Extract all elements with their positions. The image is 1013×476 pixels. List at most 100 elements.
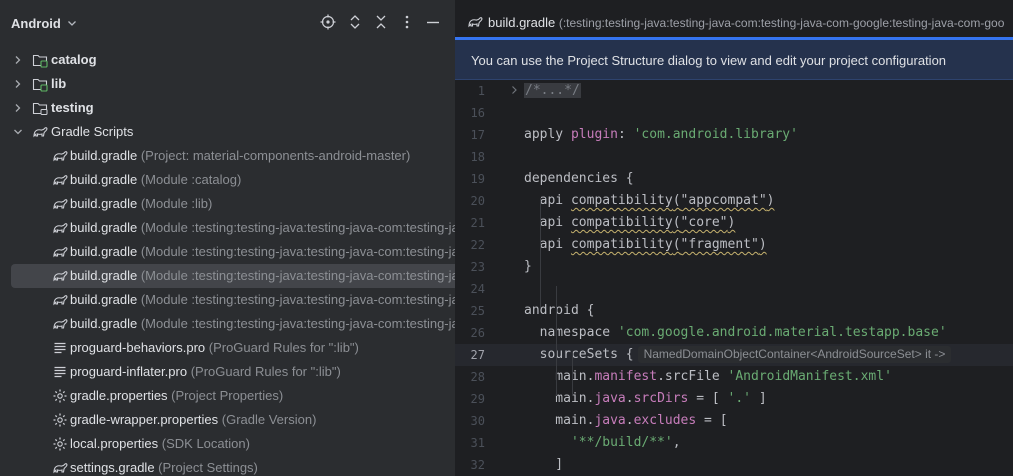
code-line[interactable]: 25 android { (455, 300, 1013, 322)
line-number: 30 (470, 414, 485, 428)
code-line[interactable]: 32 ] (455, 454, 1013, 476)
tree-item-name: catalog (51, 52, 97, 67)
more-options-icon[interactable] (399, 14, 415, 30)
expand-all-icon[interactable] (347, 14, 363, 30)
tree-item[interactable]: build.gradle (Module :catalog) (0, 168, 455, 192)
code-editor[interactable]: 1 /*...*/ 16 17 apply plugin: 'com.android.l… (455, 80, 1013, 476)
code-text: api compatibility("fragment") (524, 236, 767, 253)
hide-panel-icon[interactable] (425, 14, 441, 30)
tree-item[interactable]: catalog (0, 48, 455, 72)
fold-expand-icon[interactable] (509, 85, 519, 95)
code-token: compatibility (570, 215, 673, 230)
code-text: api compatibility("appcompat") (524, 192, 775, 209)
tree-item[interactable]: Gradle Scripts (0, 120, 455, 144)
tree-item-hint: (Module :testing:testing-java:testing-ja… (137, 244, 455, 259)
tree-item-label: build.gradle (Module :catalog) (70, 172, 241, 188)
editor-area: build.gradle (:testing:testing-java:test… (455, 0, 1013, 476)
tree-item-name: Gradle Scripts (51, 124, 134, 139)
project-structure-banner[interactable]: You can use the Project Structure dialog… (455, 40, 1013, 80)
code-token: "appcompat" (680, 193, 767, 208)
code-text: namespace 'com.google.android.material.t… (524, 324, 947, 341)
line-number: 17 (470, 128, 485, 142)
editor-tab[interactable]: build.gradle (:testing:testing-java:test… (455, 0, 1013, 40)
code-token: } (524, 259, 532, 274)
code-token: 'com.google.android.material.testapp.bas… (617, 325, 947, 340)
text-file-icon (54, 366, 66, 378)
locate-icon[interactable] (320, 14, 336, 30)
tree-item[interactable]: testing (0, 96, 455, 120)
tree-item-label: gradle-wrapper.properties (Gradle Versio… (70, 412, 316, 428)
code-line[interactable]: 18 (455, 146, 1013, 168)
code-token: ) (758, 237, 767, 252)
tree-item-name: build.gradle (70, 292, 138, 307)
tree-item[interactable]: build.gradle (Module :lib) (0, 192, 455, 216)
tree-item[interactable]: settings.gradle (Project Settings) (0, 456, 455, 476)
code-line[interactable]: 24 (455, 278, 1013, 300)
tree-item-label: local.properties (SDK Location) (70, 436, 250, 452)
tree-item[interactable]: lib (0, 72, 455, 96)
tree-item-name: build.gradle (70, 268, 138, 283)
tree-item-hint: (Module :testing:testing-java:testing-ja… (137, 292, 455, 307)
tree-item-hint: (Module :lib) (137, 196, 213, 211)
code-line[interactable]: 16 (455, 102, 1013, 124)
code-line[interactable]: 23} (455, 256, 1013, 278)
chevron-down-icon[interactable] (12, 126, 24, 138)
code-token: 'AndroidManifest.xml' (727, 369, 892, 384)
code-line[interactable]: 1 /*...*/ (455, 80, 1013, 102)
code-line[interactable]: 20 api compatibility("appcompat") (455, 190, 1013, 212)
code-line[interactable]: 28 main.manifest.srcFile 'AndroidManifes… (455, 366, 1013, 388)
chevron-right-icon[interactable] (12, 78, 24, 90)
tree-item[interactable]: build.gradle (Module :testing:testing-ja… (0, 288, 455, 312)
code-line[interactable]: 17 apply plugin: 'com.android.library' (455, 124, 1013, 146)
inlay-type-hint[interactable]: NamedDomainObjectContainer<AndroidSource… (637, 346, 952, 363)
tree-item-name: build.gradle (70, 244, 138, 259)
code-line[interactable]: 29 main.java.srcDirs = [ '.' ] (455, 388, 1013, 410)
tree-item-label: settings.gradle (Project Settings) (70, 460, 258, 476)
code-line[interactable]: 26 namespace 'com.google.android.materia… (455, 322, 1013, 344)
tree-item[interactable]: proguard-behaviors.pro (ProGuard Rules f… (0, 336, 455, 360)
tree-item-name: lib (51, 76, 67, 91)
chevron-right-icon[interactable] (12, 102, 24, 114)
tree-item-label: build.gradle (Module :lib) (70, 196, 212, 212)
code-token: '.' (727, 391, 752, 406)
tree-item[interactable]: gradle-wrapper.properties (Gradle Versio… (0, 408, 455, 432)
tree-item[interactable]: gradle.properties (Project Properties) (0, 384, 455, 408)
line-number: 23 (470, 260, 485, 274)
code-line[interactable]: 22 api compatibility("fragment") (455, 234, 1013, 256)
tree-item-name: gradle-wrapper.properties (70, 412, 219, 427)
code-token: main. (524, 413, 595, 428)
code-token: main. (524, 391, 595, 406)
tree-item[interactable]: build.gradle (Module :testing:testing-ja… (0, 216, 455, 240)
code-line[interactable]: 31 '**/build/**', (455, 432, 1013, 454)
code-token: , (672, 435, 681, 450)
gradle-icon (53, 295, 68, 306)
code-line[interactable]: 21 api compatibility("core") (455, 212, 1013, 234)
code-line[interactable]: 19 dependencies { (455, 168, 1013, 190)
code-token: "core" (680, 215, 728, 230)
tree-item-label: build.gradle (Module :testing:testing-ja… (70, 292, 455, 308)
line-number: 27 (470, 348, 485, 362)
code-line[interactable]: 27 sourceSets {NamedDomainObjectContaine… (455, 344, 1013, 366)
chevron-right-icon[interactable] (12, 54, 24, 66)
code-token: compatibility (570, 193, 673, 208)
tree-item[interactable]: local.properties (SDK Location) (0, 432, 455, 456)
tree-item[interactable]: build.gradle (Module :testing:testing-ja… (0, 240, 455, 264)
tree-item[interactable]: build.gradle (Module :testing:testing-ja… (0, 312, 455, 336)
module-folder-icon (32, 78, 48, 92)
indent-guide (556, 286, 557, 396)
tree-item[interactable]: proguard-inflater.pro (ProGuard Rules fo… (0, 360, 455, 384)
tree-item[interactable]: build.gradle (Project: material-componen… (0, 144, 455, 168)
gradle-icon (53, 271, 68, 282)
code-token: ( (672, 193, 681, 208)
tree-item-label: build.gradle (Module :testing:testing-ja… (70, 268, 455, 284)
tree-item[interactable]: build.gradle (Module :testing:testing-ja… (11, 264, 455, 288)
indent-guide (572, 352, 573, 396)
line-number: 28 (470, 370, 485, 384)
tree-item-label: proguard-behaviors.pro (ProGuard Rules f… (70, 340, 359, 356)
code-token: 'com.android.library' (633, 127, 798, 142)
project-view-selector[interactable]: Android (11, 14, 77, 32)
collapse-all-icon[interactable] (373, 14, 389, 30)
code-line[interactable]: 30 main.java.excludes = [ (455, 410, 1013, 432)
tree-item-hint: (Project Settings) (154, 460, 258, 475)
